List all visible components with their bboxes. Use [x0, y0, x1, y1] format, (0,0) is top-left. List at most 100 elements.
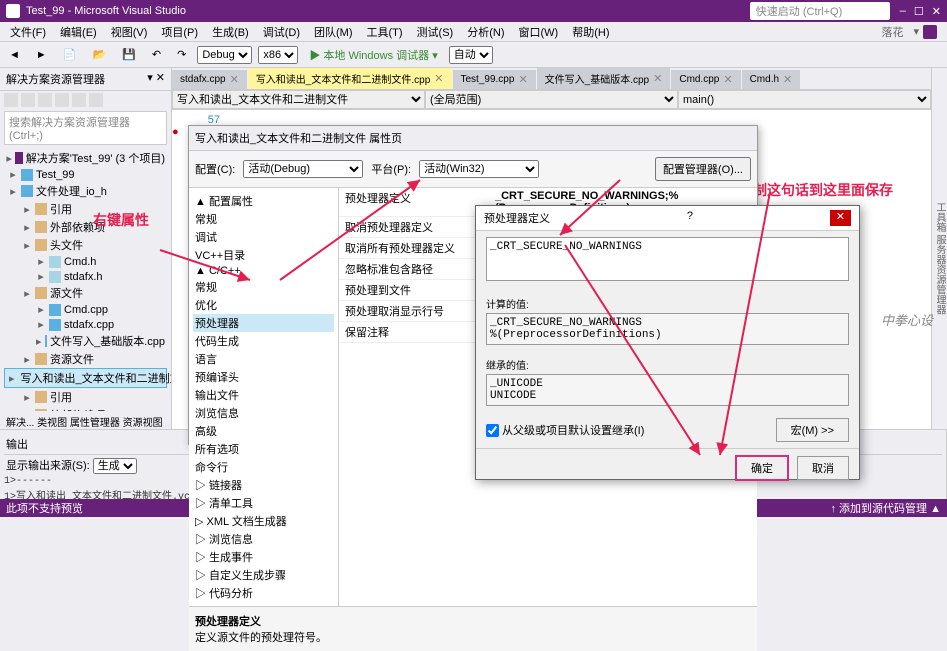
output-source-select[interactable]: 生成: [93, 458, 137, 474]
editor-tab[interactable]: Test_99.cpp ✕: [453, 70, 536, 89]
tree-item[interactable]: ▸文件写入_基础版本.cpp: [4, 332, 167, 350]
home-icon[interactable]: [4, 93, 18, 107]
editor-tab[interactable]: stdafx.cpp ✕: [172, 70, 247, 89]
refresh-icon[interactable]: [21, 93, 35, 107]
cancel-button[interactable]: 取消: [797, 456, 849, 480]
prop-tree-item[interactable]: ▷ XML 文档生成器: [193, 512, 334, 530]
tree-item[interactable]: ▸引用: [4, 388, 167, 406]
prop-tree-item[interactable]: ▲ 配置属性: [193, 192, 334, 210]
preprocessor-input[interactable]: [486, 237, 849, 281]
prop-tree-item[interactable]: ▲ C/C++: [193, 264, 334, 278]
editor-tab[interactable]: Cmd.cpp ✕: [671, 70, 740, 89]
sync-icon[interactable]: [38, 93, 52, 107]
menu-window[interactable]: 窗口(W): [513, 22, 565, 42]
prop-tree-item[interactable]: 调试: [193, 228, 334, 246]
prop-tree-item[interactable]: ▷ 清单工具: [193, 494, 334, 512]
macro-button[interactable]: 宏(M) >>: [776, 418, 849, 442]
prop-tree-item[interactable]: 常规: [193, 278, 334, 296]
showall-icon[interactable]: [55, 93, 69, 107]
solution-search[interactable]: 搜索解决方案资源管理器(Ctrl+;): [4, 111, 167, 145]
tree-item[interactable]: ▸资源文件: [4, 350, 167, 368]
solution-explorer: 解决方案资源管理器 ▾ ✕ 搜索解决方案资源管理器(Ctrl+;) ▸解决方案'…: [0, 68, 172, 448]
menu-view[interactable]: 视图(V): [105, 22, 154, 42]
maximize-icon[interactable]: ☐: [914, 5, 924, 18]
prop-tree-item[interactable]: ▷ 代码分析: [193, 584, 334, 602]
config-dropdown[interactable]: 活动(Debug): [243, 160, 363, 178]
prop-tree-item[interactable]: ▷ 浏览信息: [193, 530, 334, 548]
prop-tree-item[interactable]: 预编译头: [193, 368, 334, 386]
platform-dropdown[interactable]: 活动(Win32): [419, 160, 539, 178]
prop-tree-item[interactable]: 所有选项: [193, 440, 334, 458]
minimize-icon[interactable]: –: [900, 5, 906, 18]
computed-values: _CRT_SECURE_NO_WARNINGS %(PreprocessorDe…: [486, 313, 849, 345]
menu-test[interactable]: 测试(S): [411, 22, 460, 42]
config-select[interactable]: Debug: [197, 46, 252, 64]
menu-file[interactable]: 文件(F): [4, 22, 52, 42]
tree-item[interactable]: ▸文件处理_io_h: [4, 182, 167, 200]
menu-team[interactable]: 团队(M): [308, 22, 359, 42]
tree-item[interactable]: ▸源文件: [4, 284, 167, 302]
prop-tree-item[interactable]: VC++目录: [193, 246, 334, 264]
collapse-icon[interactable]: [72, 93, 86, 107]
menu-help[interactable]: 帮助(H): [566, 22, 615, 42]
close-icon[interactable]: ✕: [932, 5, 941, 18]
status-right[interactable]: ↑ 添加到源代码管理 ▲: [831, 500, 942, 516]
editor-tab[interactable]: Cmd.h ✕: [742, 70, 801, 89]
menu-analyze[interactable]: 分析(N): [461, 22, 510, 42]
nav-back-icon[interactable]: ◄: [4, 46, 25, 64]
run-button[interactable]: ▶ 本地 Windows 调试器 ▾: [304, 44, 442, 66]
dialog-help-icon[interactable]: ?: [687, 210, 693, 226]
undo-icon[interactable]: ↶: [147, 45, 166, 64]
right-toolbox[interactable]: 工具箱 服务器资源管理器: [931, 68, 947, 448]
ok-button[interactable]: 确定: [735, 455, 789, 481]
prop-tree-item[interactable]: 优化: [193, 296, 334, 314]
open-icon[interactable]: 📂: [87, 45, 111, 64]
tree-item[interactable]: ▸头文件: [4, 236, 167, 254]
tree-item[interactable]: ▸stdafx.cpp: [4, 317, 167, 332]
prop-tree-item[interactable]: ▷ 自定义生成步骤: [193, 566, 334, 584]
prop-tree-item[interactable]: 预处理器: [193, 314, 334, 332]
tree-item[interactable]: ▸Cmd.cpp: [4, 302, 167, 317]
inherited-label: 继承的值:: [486, 357, 849, 372]
user-badge[interactable]: 落花 ▾: [869, 20, 943, 44]
solution-tree[interactable]: ▸解决方案'Test_99' (3 个项目)▸Test_99▸文件处理_io_h…: [0, 147, 171, 411]
platform-select[interactable]: x86: [258, 46, 298, 64]
nav-scope[interactable]: (全局范围): [425, 90, 678, 109]
tree-item[interactable]: ▸Cmd.h: [4, 254, 167, 269]
props-icon[interactable]: [89, 93, 103, 107]
panel-pin-icon[interactable]: ▾ ✕: [147, 71, 165, 87]
inherited-values: _UNICODE UNICODE: [486, 374, 849, 406]
nav-fwd-icon[interactable]: ►: [31, 46, 52, 64]
prop-tree-item[interactable]: ▷ 生成事件: [193, 548, 334, 566]
prop-tree-item[interactable]: 浏览信息: [193, 404, 334, 422]
tree-item[interactable]: ▸stdafx.h: [4, 269, 167, 284]
prop-tree-item[interactable]: 常规: [193, 210, 334, 228]
menu-edit[interactable]: 编辑(E): [54, 22, 103, 42]
menu-tools[interactable]: 工具(T): [361, 22, 409, 42]
editor-tab[interactable]: 写入和读出_文本文件和二进制文件.cpp ✕: [248, 68, 452, 89]
dialog-close-icon[interactable]: ✕: [830, 210, 851, 226]
prop-tree-item[interactable]: 语言: [193, 350, 334, 368]
new-icon[interactable]: 📄: [58, 45, 82, 64]
prop-tree-item[interactable]: ▷ 链接器: [193, 476, 334, 494]
menu-debug[interactable]: 调试(D): [257, 22, 306, 42]
save-icon[interactable]: 💾: [117, 45, 141, 64]
status-left: 此项不支持预览: [6, 500, 83, 516]
editor-tab[interactable]: 文件写入_基础版本.cpp ✕: [537, 68, 671, 89]
inherit-checkbox[interactable]: 从父级或项目默认设置继承(I): [486, 422, 644, 438]
menu-build[interactable]: 生成(B): [206, 22, 255, 42]
prop-tree-item[interactable]: 代码生成: [193, 332, 334, 350]
tree-item[interactable]: ▸Test_99: [4, 167, 167, 182]
prop-tree-item[interactable]: 命令行: [193, 458, 334, 476]
menu-project[interactable]: 项目(P): [155, 22, 204, 42]
run-mode-select[interactable]: 自动: [449, 46, 493, 64]
config-manager-button[interactable]: 配置管理器(O)...: [655, 157, 751, 181]
nav-member[interactable]: main(): [678, 90, 931, 109]
nav-project[interactable]: 写入和读出_文本文件和二进制文件: [172, 90, 425, 109]
redo-icon[interactable]: ↷: [172, 45, 191, 64]
tree-item[interactable]: ▸写入和读出_文本文件和二进制文件: [4, 368, 167, 388]
prop-tree-item[interactable]: 高级: [193, 422, 334, 440]
prop-category-tree[interactable]: ▲ 配置属性 常规 调试 VC++目录▲ C/C++ 常规 优化 预处理器 代码…: [189, 188, 339, 606]
quick-launch[interactable]: 快速启动 (Ctrl+Q): [750, 2, 890, 20]
prop-tree-item[interactable]: 输出文件: [193, 386, 334, 404]
